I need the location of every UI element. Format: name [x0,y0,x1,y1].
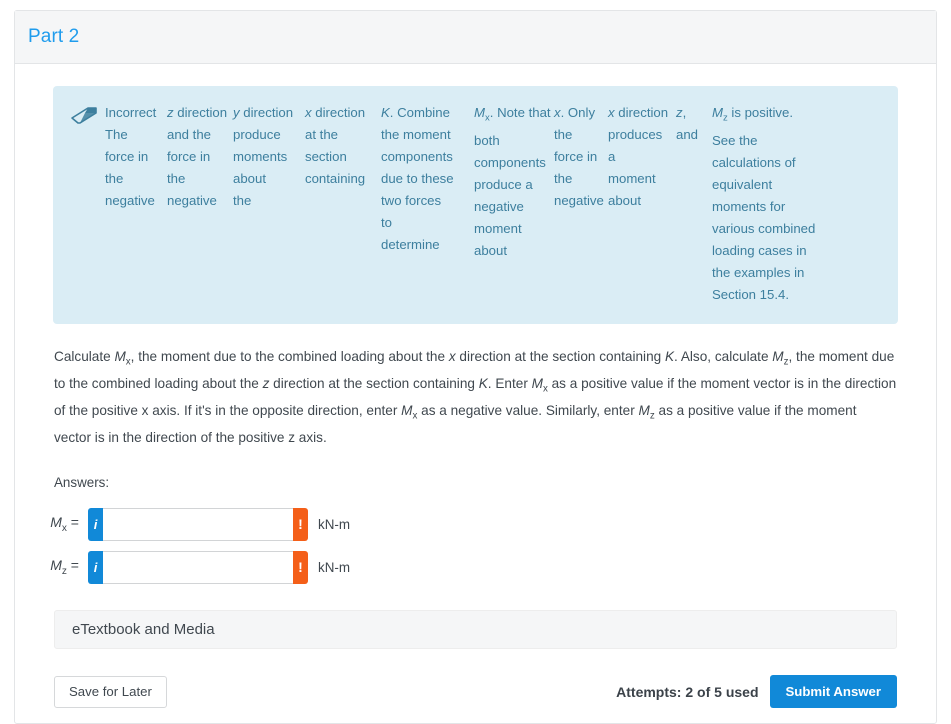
hint-word: force in [554,149,598,164]
hint-word: various combined [712,220,816,236]
hint-word: the [554,127,573,142]
hint-word: produce a [474,176,533,192]
answer-rows: Mx = i ! kN-m Mz = i ! kN-m [36,504,915,588]
hint-word: negative [105,193,155,208]
hint-word: x direction [608,105,669,120]
hint-word: both [474,132,500,148]
hint-word: Mx. Note that [474,105,551,124]
answer-input-mx[interactable] [103,507,293,541]
hint-word: negative [167,193,217,208]
hint-word: the [554,171,573,186]
hint-word: and the [167,127,211,142]
hint-word: the [105,171,124,186]
hint-word: due to these [381,171,454,186]
answer-label-mx: Mx = [50,514,79,535]
hint-word: to [381,215,392,230]
hint-word: x direction [305,105,366,120]
hint-word: moment [474,220,522,236]
hint-word: produce [233,127,281,142]
hint-word: the [167,171,186,186]
hint-word: force in [105,149,149,164]
hint-word: negative [554,193,604,208]
hint-column: z, and [676,102,712,146]
hint-column: Mz is positive. See the calculations of … [712,102,824,306]
hint-word: y direction [233,105,294,120]
save-for-later-button[interactable]: Save for Later [54,675,167,708]
hint-word: the examples in [712,264,805,280]
hint-column: x. Only the force in the negative [554,102,608,212]
hint-column: y direction produce moments about the [233,102,305,212]
hint-word: moments for [712,198,786,214]
hint-word: Mz is positive. [712,105,793,124]
attempts-status: Attempts: 2 of 5 used [616,683,759,700]
hint-word: calculations of [712,154,796,170]
hint-word: about [608,193,642,208]
hint-word: force in [167,149,211,164]
page-title: Part 2 [28,26,80,47]
hint-word: the moment [381,127,451,142]
footer-actions: Save for Later Attempts: 2 of 5 used Sub… [54,661,897,723]
hint-word: section [305,149,347,164]
hint-word: and [676,127,699,142]
alert-icon[interactable]: ! [293,550,308,584]
hint-word: a [608,149,616,164]
answer-input-mz[interactable] [103,550,293,584]
answer-unit-mz: kN-m [318,559,350,575]
hint-feedback-box: Incorrect The force in the negative z di… [53,86,898,324]
card-body: Incorrect The force in the negative z di… [15,64,936,723]
hint-word: x. Only [554,105,596,120]
hint-word: z, [676,105,687,120]
hint-column: x direction produces a moment about [608,102,676,212]
part-header: Part 2 [15,11,936,64]
hint-column: x direction at the section containing [305,102,381,190]
question-prompt: Calculate Mx, the moment due to the comb… [54,348,897,446]
answer-row: Mz = i ! kN-m [36,547,915,588]
info-icon[interactable]: i [88,550,103,584]
hint-word: about [233,171,267,186]
hint-word: loading cases in [712,242,807,258]
footer-right-group: Attempts: 2 of 5 used Submit Answer [616,675,897,709]
hint-word: determine [381,237,440,252]
eraser-icon [71,107,97,124]
question-card: Part 2 Incorrect The force in the negati… [14,10,937,724]
info-icon[interactable]: i [88,507,103,541]
hint-text-columns: Incorrect The force in the negative z di… [105,102,886,306]
answer-field-group-mz: i ! [88,550,308,584]
hint-column: K. Combine the moment components due to … [381,102,474,256]
hint-word: K. Combine [381,105,450,120]
hint-word: Section 15.4. [712,286,789,302]
hint-word: produces [608,127,663,142]
hint-word: z direction [167,105,228,120]
hint-word: two forces [381,193,442,208]
hint-column: Incorrect The force in the negative [105,102,167,212]
answer-field-group-mx: i ! [88,507,308,541]
alert-icon[interactable]: ! [293,507,308,541]
hint-word: at the [305,127,338,142]
hint-word: moments [233,149,288,164]
hint-word: equivalent [712,176,773,192]
hint-word: See the [712,132,758,148]
hint-word: about [474,242,508,258]
hint-word: components [381,149,453,164]
hint-word: containing [305,171,366,186]
hint-column: z direction and the force in the negativ… [167,102,233,212]
hint-word: The [105,127,128,142]
etextbook-and-media-bar[interactable]: eTextbook and Media [54,609,897,649]
hint-word: negative [474,198,524,214]
hint-word: moment [608,171,656,186]
hint-word: Incorrect [105,105,157,120]
answer-row: Mx = i ! kN-m [36,504,915,545]
hint-word: the [233,193,252,208]
submit-answer-button[interactable]: Submit Answer [769,675,897,709]
answers-label: Answers: [54,474,110,490]
answer-unit-mx: kN-m [318,516,350,532]
answer-label-mz: Mz = [50,557,79,578]
hint-column: Mx. Note that both components produce a … [474,102,554,262]
hint-word: components [474,154,546,170]
